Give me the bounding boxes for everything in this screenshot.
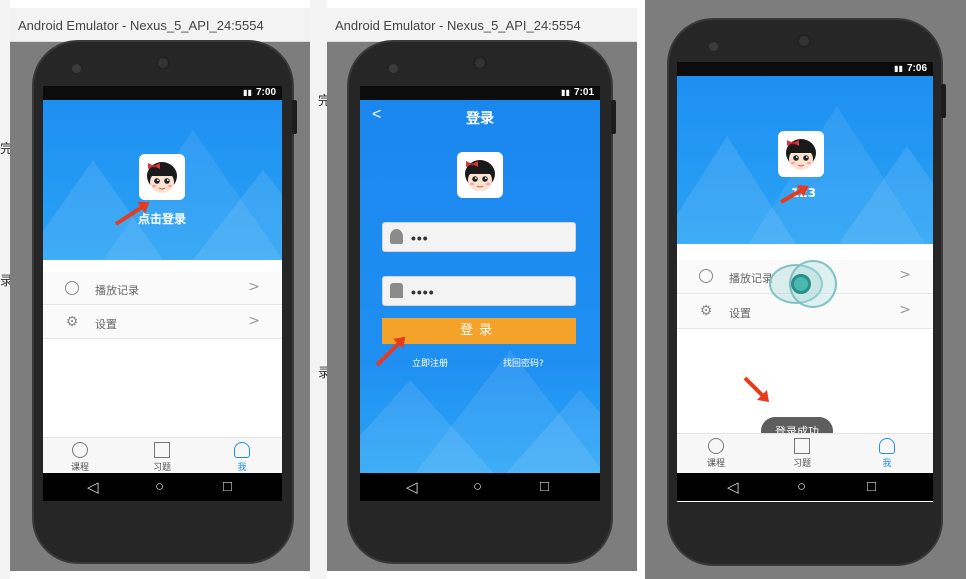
menu-item-settings[interactable]: ⚙ 设置 > [43, 306, 282, 339]
touch-point-icon [791, 274, 811, 294]
profile-header[interactable]: 123 [677, 76, 933, 244]
gear-icon: ⚙ [65, 314, 79, 330]
status-time: 7:01 [573, 87, 594, 98]
side-button [611, 100, 616, 134]
system-nav-bar: ◁ ○ □ [677, 473, 933, 501]
signal-icon: ▮▮ [894, 64, 903, 73]
play-circle-icon [708, 438, 724, 454]
login-button[interactable]: 登录 [382, 318, 576, 344]
home-icon[interactable]: ○ [797, 478, 806, 495]
camera-icon [797, 34, 811, 48]
recent-apps-icon[interactable]: □ [867, 478, 876, 495]
register-link[interactable]: 立即注册 [412, 356, 448, 369]
screenshot-canvas: 完 录 完 录 Android Emulator - Nexus_5_API_2… [0, 0, 966, 579]
tab-label: 习题 [792, 459, 811, 469]
recent-apps-icon[interactable]: □ [540, 478, 549, 495]
avatar[interactable] [139, 154, 185, 200]
username-value: ••• [411, 230, 429, 246]
chevron-right-icon: > [248, 313, 260, 329]
status-time: 7:00 [255, 87, 276, 98]
mountain-shape [837, 146, 933, 244]
speaker-dot [709, 42, 718, 51]
person-icon [234, 442, 250, 458]
menu-label: 设置 [729, 307, 751, 320]
user-icon [390, 229, 403, 244]
status-bar: ▮▮ 7:01 [360, 86, 600, 100]
menu-item-history[interactable]: 播放记录 > [43, 272, 282, 305]
chevron-right-icon: > [899, 267, 911, 283]
avatar [457, 152, 503, 198]
bottom-tab-bar: 课程 习题 我 [43, 437, 282, 473]
home-icon[interactable]: ○ [473, 478, 482, 495]
tab-me[interactable]: 我 [862, 434, 912, 470]
window-title[interactable]: Android Emulator - Nexus_5_API_24:5554 [327, 8, 637, 42]
tab-label: 我 [882, 459, 892, 469]
recent-apps-icon[interactable]: □ [223, 478, 232, 495]
phone-screen: ▮▮ 7:00 点击登录 播放记录 > ⚙ 设置 > 课程 习题 我 ◁ ○ □ [43, 86, 282, 501]
back-icon[interactable]: ◁ [87, 478, 99, 496]
tab-label: 课程 [706, 459, 725, 469]
camera-icon [473, 56, 487, 70]
menu-label: 播放记录 [95, 284, 139, 297]
gear-icon: ⚙ [699, 303, 713, 319]
signal-icon: ▮▮ [243, 88, 252, 97]
phone-frame: ▮▮ 7:06 播放记录 > ⚙ 设置 > 登录成功 课程 习题 我 ◁ ○ □ [667, 18, 946, 566]
profile-header[interactable]: 点击登录 [43, 100, 282, 260]
side-button [941, 84, 946, 118]
clock-icon [699, 269, 713, 283]
forgot-password-link[interactable]: 找回密码? [503, 356, 544, 369]
tab-label: 我 [237, 463, 247, 473]
speaker-dot [389, 64, 398, 73]
background-strip-middle [310, 0, 327, 579]
mountain-shape [500, 390, 600, 474]
back-icon[interactable]: ◁ [727, 478, 739, 496]
side-button [292, 100, 297, 134]
phone-frame: ▮▮ 7:01 < 登录 ••• •••• 登录 立即注册 找回密码? ◁ ○ … [347, 40, 616, 564]
system-nav-bar: ◁ ○ □ [360, 473, 600, 501]
status-bar: ▮▮ 7:00 [43, 86, 282, 100]
menu-label: 设置 [95, 318, 117, 331]
background-strip-left [0, 0, 10, 579]
mountain-shape [193, 170, 282, 260]
emulator-window-1: Android Emulator - Nexus_5_API_24:5554 ▮… [10, 8, 310, 571]
password-field[interactable]: •••• [382, 276, 576, 306]
tab-me[interactable]: 我 [217, 438, 267, 474]
system-nav-bar: ◁ ○ □ [43, 473, 282, 501]
page-title: 登录 [466, 111, 494, 127]
tab-exercises[interactable]: 习题 [137, 438, 187, 474]
emulator-window-2: Android Emulator - Nexus_5_API_24:5554 ▮… [327, 8, 637, 571]
signal-icon: ▮▮ [561, 88, 570, 97]
chevron-right-icon: > [248, 279, 260, 295]
back-icon[interactable]: ◁ [406, 478, 418, 496]
tab-courses[interactable]: 课程 [691, 434, 741, 470]
status-bar: ▮▮ 7:06 [677, 62, 933, 76]
list-icon [794, 438, 810, 454]
chevron-right-icon: > [899, 302, 911, 318]
list-icon [154, 442, 170, 458]
speaker-dot [72, 64, 81, 73]
play-circle-icon [72, 442, 88, 458]
avatar[interactable] [778, 131, 824, 177]
tab-courses[interactable]: 课程 [55, 438, 105, 474]
lock-icon [390, 283, 403, 298]
clock-icon [65, 281, 79, 295]
tab-label: 习题 [152, 463, 171, 473]
tab-exercises[interactable]: 习题 [777, 434, 827, 470]
password-value: •••• [411, 284, 435, 300]
home-icon[interactable]: ○ [155, 478, 164, 495]
status-time: 7:06 [906, 63, 927, 74]
person-icon [879, 438, 895, 454]
phone-screen: ▮▮ 7:01 < 登录 ••• •••• 登录 立即注册 找回密码? ◁ ○ … [360, 86, 600, 501]
menu-label: 播放记录 [729, 272, 773, 285]
login-background: < 登录 ••• •••• 登录 立即注册 找回密码? [360, 100, 600, 474]
phone-frame: ▮▮ 7:00 点击登录 播放记录 > ⚙ 设置 > 课程 习题 我 ◁ ○ □ [32, 40, 297, 564]
phone-screen: ▮▮ 7:06 播放记录 > ⚙ 设置 > 登录成功 课程 习题 我 ◁ ○ □ [677, 62, 933, 502]
emulator-window-3: ▮▮ 7:06 播放记录 > ⚙ 设置 > 登录成功 课程 习题 我 ◁ ○ □ [645, 0, 966, 579]
window-title[interactable]: Android Emulator - Nexus_5_API_24:5554 [10, 8, 310, 42]
username-field[interactable]: ••• [382, 222, 576, 252]
camera-icon [156, 56, 170, 70]
bottom-tab-bar: 课程 习题 我 [677, 433, 933, 473]
tab-label: 课程 [70, 463, 89, 473]
